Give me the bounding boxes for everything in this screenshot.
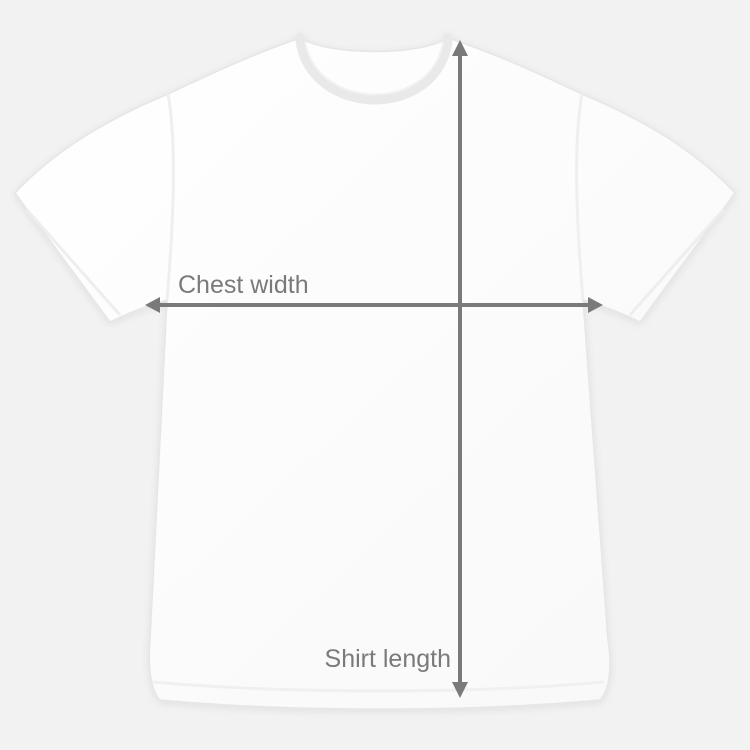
size-guide-diagram: Chest width Shirt length — [0, 0, 750, 750]
t-shirt-body — [14, 37, 736, 710]
shirt-length-label: Shirt length — [325, 645, 451, 673]
t-shirt-measurement-svg: Chest width Shirt length — [14, 33, 736, 710]
chest-width-label: Chest width — [178, 271, 309, 299]
t-shirt-icon — [14, 33, 736, 710]
